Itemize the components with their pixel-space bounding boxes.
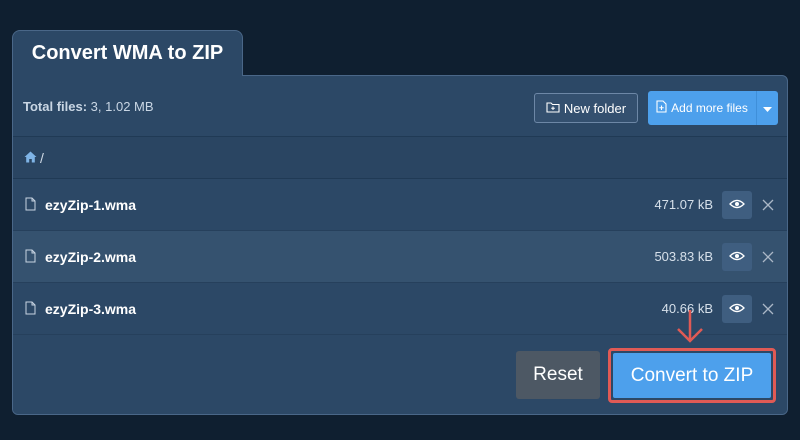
total-files-label: Total files: xyxy=(23,99,88,114)
down-arrow-annotation-icon xyxy=(666,236,714,351)
home-icon[interactable] xyxy=(24,150,37,166)
total-files-value: 3, 1.02 MB xyxy=(90,99,154,114)
file-name: ezyZip-3.wma xyxy=(45,300,137,317)
preview-button[interactable] xyxy=(722,295,752,323)
add-files-dropdown-toggle[interactable] xyxy=(757,101,778,115)
add-more-files-button[interactable]: Add more files xyxy=(648,91,778,125)
file-icon xyxy=(25,197,36,216)
preview-button[interactable] xyxy=(722,191,752,219)
file-plus-icon xyxy=(656,100,667,116)
eye-icon xyxy=(729,248,745,266)
total-files-summary: Total files: 3, 1.02 MB xyxy=(23,99,154,114)
folder-plus-icon xyxy=(546,101,560,116)
close-icon[interactable] xyxy=(762,250,774,268)
convert-to-zip-button[interactable]: Convert to ZIP xyxy=(613,353,771,398)
eye-icon xyxy=(729,300,745,318)
convert-highlight-outline: Convert to ZIP xyxy=(608,348,776,403)
file-icon xyxy=(25,301,36,320)
breadcrumb: / xyxy=(13,137,787,179)
file-icon xyxy=(25,249,36,268)
tool-tab: Convert WMA to ZIP xyxy=(12,30,243,76)
file-name: ezyZip-1.wma xyxy=(45,196,137,213)
file-toolbar: Total files: 3, 1.02 MB New folder Add m… xyxy=(13,76,787,137)
tool-title: Convert WMA to ZIP xyxy=(31,42,224,64)
file-row: ezyZip-1.wma 471.07 kB xyxy=(13,179,787,231)
eye-icon xyxy=(729,196,745,214)
preview-button[interactable] xyxy=(722,243,752,271)
caret-down-icon xyxy=(763,101,772,115)
close-icon[interactable] xyxy=(762,302,774,320)
add-more-files-label: Add more files xyxy=(671,101,748,115)
breadcrumb-path: / xyxy=(40,149,44,166)
close-icon[interactable] xyxy=(762,198,774,216)
file-name: ezyZip-2.wma xyxy=(45,248,137,265)
add-more-files-main[interactable]: Add more files xyxy=(648,91,756,125)
file-size: 471.07 kB xyxy=(654,197,713,212)
reset-button[interactable]: Reset xyxy=(516,351,600,399)
new-folder-button[interactable]: New folder xyxy=(534,93,638,123)
new-folder-label: New folder xyxy=(563,100,627,116)
